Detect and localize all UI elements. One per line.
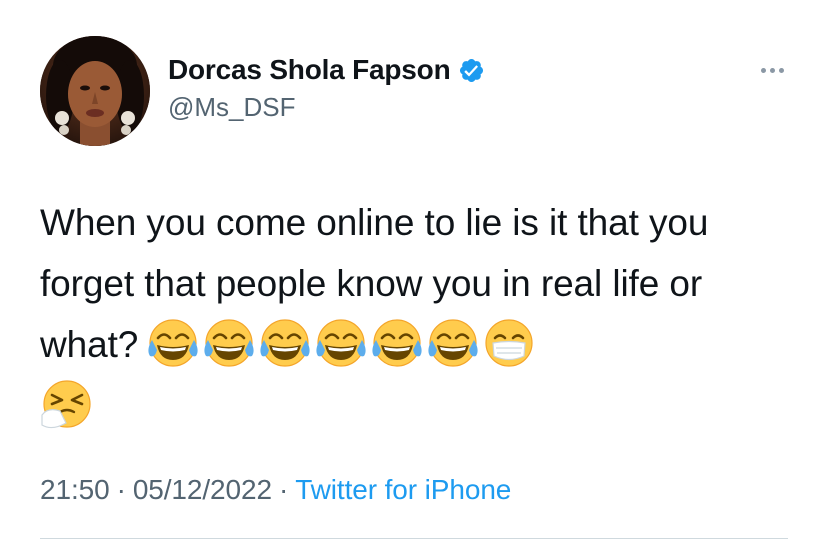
sneezing-face-emoji-icon xyxy=(40,377,94,431)
user-handle[interactable]: @Ms_DSF xyxy=(168,92,485,123)
emoji-row xyxy=(146,316,536,370)
avatar[interactable] xyxy=(40,36,150,146)
divider xyxy=(40,538,788,539)
name-row: Dorcas Shola Fapson xyxy=(168,52,485,88)
separator: · xyxy=(278,474,289,505)
face-with-tears-of-joy-emoji-icon xyxy=(258,316,312,370)
face-with-medical-mask-emoji-icon xyxy=(482,316,536,370)
tweet-time[interactable]: 21:50 xyxy=(40,474,110,505)
separator: · xyxy=(116,474,126,505)
tweet-body: When you come online to lie is it that y… xyxy=(40,192,780,449)
face-with-tears-of-joy-emoji-icon xyxy=(370,316,424,370)
face-with-tears-of-joy-emoji-icon xyxy=(146,316,200,370)
tweet-date[interactable]: 05/12/2022 xyxy=(133,474,272,505)
tweet-header: Dorcas Shola Fapson @Ms_DSF xyxy=(168,52,485,123)
tweet-meta: 21:50 · 05/12/2022 · Twitter for iPhone xyxy=(40,474,511,506)
face-with-tears-of-joy-emoji-icon xyxy=(202,316,256,370)
display-name[interactable]: Dorcas Shola Fapson xyxy=(168,54,451,86)
emoji-line-2 xyxy=(40,377,780,449)
verified-badge-icon xyxy=(458,57,485,84)
more-options-icon[interactable] xyxy=(752,62,792,78)
face-with-tears-of-joy-emoji-icon xyxy=(426,316,480,370)
tweet-source-link[interactable]: Twitter for iPhone xyxy=(295,474,511,505)
tweet-card: Dorcas Shola Fapson @Ms_DSF When you com… xyxy=(0,0,828,542)
face-with-tears-of-joy-emoji-icon xyxy=(314,316,368,370)
